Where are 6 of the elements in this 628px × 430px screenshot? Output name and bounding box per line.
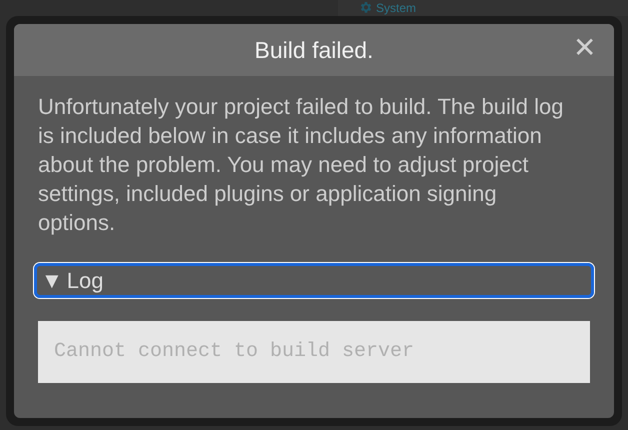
close-button[interactable]: ✕ <box>569 34 600 62</box>
dialog-title: Build failed. <box>254 36 374 65</box>
gear-icon <box>360 2 372 14</box>
log-toggle[interactable]: ▼ Log <box>34 263 594 298</box>
section-title: System <box>376 2 416 14</box>
message-text: Unfortunately your project failed to build. The build log is included below in case it includes any information about the problem. You may need to adjust project settings, included plugins or application signing options. <box>38 93 564 237</box>
